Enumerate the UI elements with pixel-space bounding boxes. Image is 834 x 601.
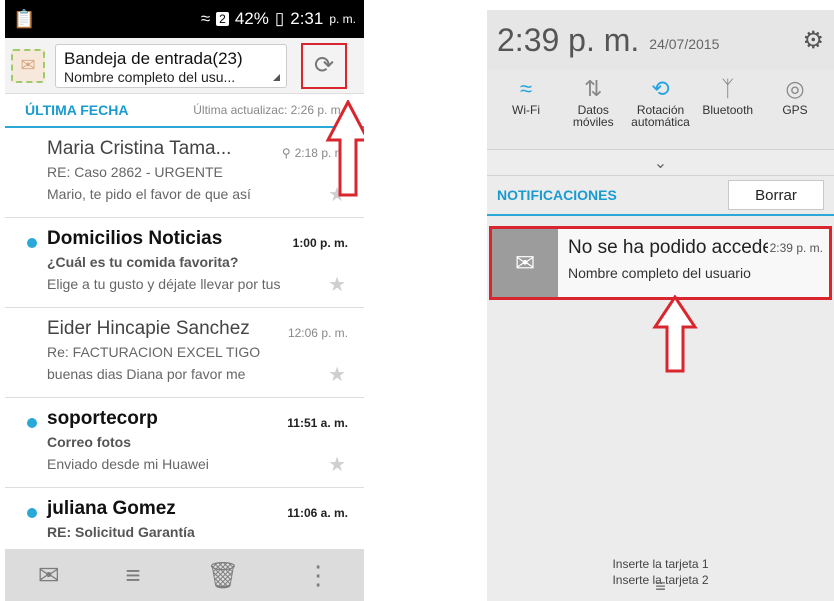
attachment-icon: ⚲	[281, 146, 291, 160]
notifications-heading: NOTIFICACIONES	[497, 187, 617, 203]
toggle-label: Bluetooth	[702, 103, 754, 117]
inbox-account-selector[interactable]: Bandeja de entrada(23) Nombre completo d…	[55, 43, 287, 88]
toggle-wifi[interactable]: ≈ Wi-Fi	[495, 76, 557, 143]
message-subject: Re: FACTURACION EXCEL TIGO	[47, 344, 261, 360]
toggle-label: Wi-Fi	[512, 103, 540, 117]
gps-icon: ◎	[785, 76, 805, 101]
sim-message-1: Inserte la tarjeta 1	[612, 557, 709, 571]
sim-badge: 2	[216, 12, 229, 26]
clear-button[interactable]: Borrar	[728, 180, 824, 210]
overflow-menu-icon[interactable]: ⋮	[305, 560, 331, 591]
unread-dot	[27, 418, 37, 428]
message-subject: RE: Caso 2862 - URGENTE	[47, 164, 223, 180]
star-icon[interactable]: ★	[328, 362, 346, 387]
message-preview: Mario, te pido el favor de que así	[47, 186, 251, 202]
message-preview: Enviado desde mi Huawei	[47, 456, 209, 472]
refresh-icon: ⟳	[313, 52, 335, 79]
toggle-label: Datos móviles	[572, 103, 614, 129]
drag-handle-icon[interactable]: ≡	[487, 576, 834, 597]
email-app-screen: 📋 ≈ 2 42% ▯ 2:31 p. m. ✉ Bandeja de entr…	[5, 0, 364, 601]
message-row[interactable]: Domicilios Noticias 1:00 p. m. ¿Cuál es …	[5, 218, 364, 308]
notification-title: No se ha podido acceder	[568, 237, 768, 258]
inbox-title: Bandeja de entrada(23)	[64, 48, 243, 68]
battery-level: 42%	[234, 9, 269, 28]
toggle-gps[interactable]: ◎ GPS	[764, 76, 826, 143]
star-icon[interactable]: ★	[328, 452, 346, 477]
wifi-status-icon: ≈	[200, 9, 211, 28]
mail-icon: ✉	[492, 229, 558, 297]
unread-dot	[27, 238, 37, 248]
message-preview: Elige a tu gusto y déjate llevar por tus	[47, 276, 281, 292]
message-preview: buenas dias Diana por favor me	[47, 366, 246, 382]
account-name: Nombre completo del usu...	[64, 68, 236, 85]
message-subject: Correo fotos	[47, 434, 131, 450]
message-row[interactable]: Eider Hincapie Sanchez 12:06 p. m. Re: F…	[5, 308, 364, 398]
section-header: ÚLTIMA FECHA Última actualizac: 2:26 p. …	[5, 94, 364, 128]
compose-icon[interactable]: ✉	[38, 560, 60, 591]
message-time: 12:06 p. m.	[287, 326, 348, 340]
status-time: 2:31	[290, 9, 324, 28]
toggle-mobile-data[interactable]: ⇅ Datos móviles	[562, 76, 624, 143]
notifications-header: NOTIFICACIONES Borrar	[487, 176, 834, 216]
toggle-autorotate[interactable]: ⟲ Rotación automática	[630, 76, 692, 143]
toggle-label: Rotación automática	[631, 103, 690, 129]
rotate-icon: ⟲	[651, 76, 670, 101]
trash-icon[interactable]: 🗑	[206, 560, 239, 591]
section-heading: ÚLTIMA FECHA	[25, 102, 129, 118]
shade-header: 2:39 p. m. 24/07/2015 ⚙	[487, 10, 834, 70]
bottom-toolbar: ✉ ≡ 🗑 ⋮	[5, 549, 364, 601]
message-list: Maria Cristina Tama... ⚲ 2:18 p. m. RE: C…	[5, 128, 364, 578]
app-bar: ✉ Bandeja de entrada(23) Nombre completo…	[5, 38, 364, 94]
status-ampm: p. m.	[329, 12, 356, 26]
clipboard-icon: 📋	[13, 8, 36, 29]
message-row[interactable]: soportecorp 11:51 a. m. Correo fotos Env…	[5, 398, 364, 488]
status-bar: 📋 ≈ 2 42% ▯ 2:31 p. m.	[5, 0, 364, 38]
message-time: 11:51 a. m.	[287, 416, 348, 430]
settings-gear-icon[interactable]: ⚙	[802, 26, 824, 55]
battery-icon: ▯	[274, 9, 285, 28]
last-update: Última actualizac: 2:26 p. m.	[193, 103, 344, 117]
red-arrow-annotation	[325, 100, 364, 197]
message-time: 11:06 a. m.	[287, 506, 348, 520]
bluetooth-icon: ᛉ	[721, 76, 735, 101]
message-subject: ¿Cuál es tu comida favorita?	[47, 254, 239, 270]
notification-item[interactable]: ✉ No se ha podido acceder 2:39 p. m. Nom…	[489, 226, 832, 300]
message-subject: RE: Solicitud Garantía	[47, 524, 195, 540]
expand-chevron-icon[interactable]: ⌄	[487, 150, 834, 176]
email-app-icon[interactable]: ✉	[11, 48, 45, 83]
dropdown-caret-icon	[273, 73, 280, 81]
toggle-bluetooth[interactable]: ᛉ Bluetooth	[697, 76, 759, 143]
notification-time: 2:39 p. m.	[769, 241, 823, 255]
red-arrow-annotation	[652, 295, 698, 373]
message-time: 1:00 p. m.	[292, 236, 348, 250]
refresh-button[interactable]: ⟳	[301, 42, 347, 89]
shade-time: 2:39 p. m.	[497, 21, 640, 58]
quick-toggles: ≈ Wi-Fi ⇅ Datos móviles ⟲ Rotación autom…	[487, 70, 834, 150]
data-icon: ⇅	[584, 76, 603, 101]
toggle-label: GPS	[782, 103, 808, 117]
notification-body: Nombre completo del usuario	[568, 265, 751, 281]
shade-date: 24/07/2015	[649, 36, 720, 52]
star-icon[interactable]: ★	[328, 272, 346, 297]
wifi-icon: ≈	[519, 76, 533, 101]
sort-icon[interactable]: ≡	[125, 560, 140, 591]
notification-shade-screen: 2:39 p. m. 24/07/2015 ⚙ ≈ Wi-Fi ⇅ Datos …	[487, 10, 834, 601]
message-row[interactable]: Maria Cristina Tama... ⚲ 2:18 p. m. RE: C…	[5, 128, 364, 218]
unread-dot	[27, 508, 37, 518]
